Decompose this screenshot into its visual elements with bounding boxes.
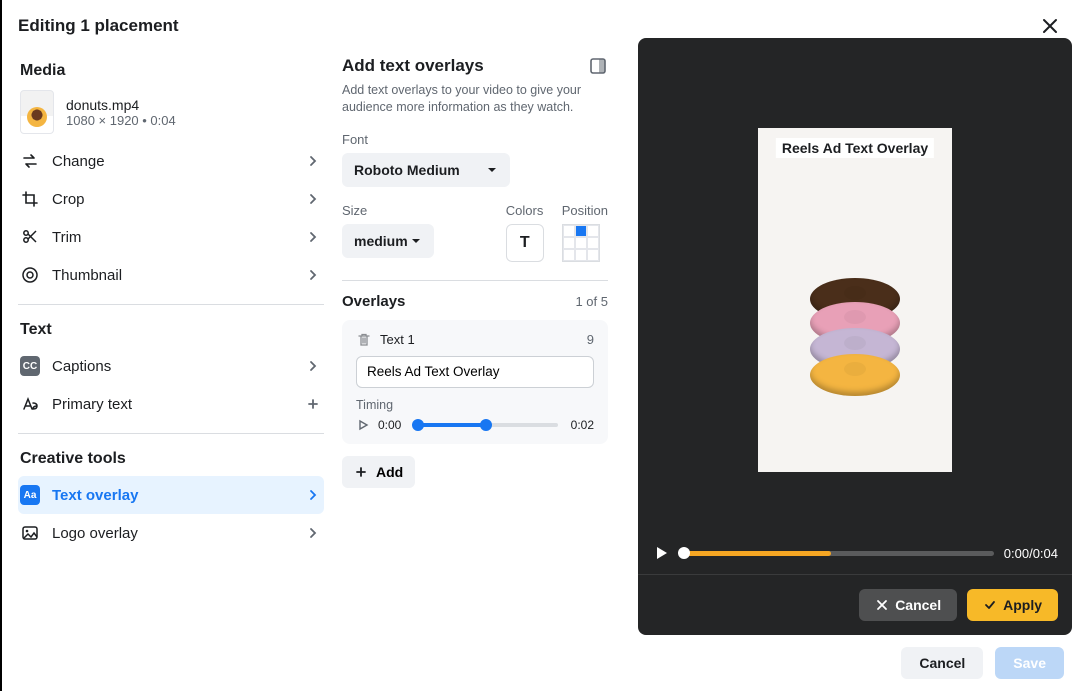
- media-thumb: [20, 90, 54, 134]
- timing-range-slider[interactable]: [414, 423, 558, 427]
- panel-title: Add text overlays: [342, 56, 484, 76]
- footer-save-button[interactable]: Save: [995, 647, 1064, 679]
- chevron-right-icon: [306, 192, 320, 206]
- position-label: Position: [562, 203, 608, 218]
- swap-icon: [20, 151, 40, 171]
- crop-row[interactable]: Crop: [18, 180, 324, 218]
- scrub-time: 0:00/0:04: [1004, 546, 1058, 561]
- add-label: Add: [376, 464, 403, 480]
- play-button[interactable]: [652, 544, 670, 562]
- preview-apply-button[interactable]: Apply: [967, 589, 1058, 621]
- footer-cancel-button[interactable]: Cancel: [901, 647, 983, 679]
- image-icon: [20, 523, 40, 543]
- preview-cancel-button[interactable]: Cancel: [859, 589, 957, 621]
- preview-panel: Reels Ad Text Overlay 0:00: [638, 38, 1072, 635]
- sidebar: Media donuts.mp4 1080 × 1920 • 0:04 Chan…: [18, 44, 324, 635]
- change-row[interactable]: Change: [18, 142, 324, 180]
- overlay-text-preview: Reels Ad Text Overlay: [776, 138, 934, 158]
- thumbnail-label: Thumbnail: [52, 267, 122, 284]
- preview-stage: Reels Ad Text Overlay: [638, 38, 1072, 536]
- overlay-text-input[interactable]: [356, 356, 594, 388]
- timing-label: Timing: [356, 398, 594, 412]
- colors-label: Colors: [506, 203, 544, 218]
- creative-tools-label: Creative tools: [18, 444, 324, 476]
- logo-overlay-label: Logo overlay: [52, 525, 138, 542]
- thumbnail-row[interactable]: Thumbnail: [18, 256, 324, 294]
- overlay-item-card: Text 1 9 Timing 0:00 0:02: [342, 320, 608, 444]
- preview-cancel-label: Cancel: [895, 597, 941, 613]
- font-select[interactable]: Roboto Medium: [342, 153, 510, 187]
- text-section-label: Text: [18, 315, 324, 347]
- close-button[interactable]: [1036, 12, 1064, 40]
- size-label: Size: [342, 203, 434, 218]
- media-file-info: donuts.mp4 1080 × 1920 • 0:04: [18, 88, 324, 142]
- text-overlay-row[interactable]: Aa Text overlay: [18, 476, 324, 514]
- trim-row[interactable]: Trim: [18, 218, 324, 256]
- crop-icon: [20, 189, 40, 209]
- media-filename: donuts.mp4: [66, 97, 176, 113]
- divider: [18, 304, 324, 305]
- video-scrubber: 0:00/0:04: [638, 536, 1072, 575]
- panel-description: Add text overlays to your video to give …: [342, 82, 608, 116]
- timing-play-button[interactable]: [356, 418, 370, 432]
- divider: [18, 433, 324, 434]
- position-selector[interactable]: [562, 224, 600, 262]
- font-value: Roboto Medium: [354, 162, 460, 178]
- video-preview: Reels Ad Text Overlay: [758, 128, 952, 472]
- media-section-label: Media: [18, 56, 324, 88]
- overlays-label: Overlays: [342, 293, 405, 310]
- divider: [342, 280, 608, 281]
- media-meta: 1080 × 1920 • 0:04: [66, 113, 176, 128]
- chevron-right-icon: [306, 526, 320, 540]
- overlay-settings-panel: Add text overlays Add text overlays to y…: [324, 44, 626, 635]
- add-overlay-button[interactable]: Add: [342, 456, 415, 488]
- size-select[interactable]: medium: [342, 224, 434, 258]
- thumbnail-icon: [20, 265, 40, 285]
- dialog-footer: Cancel Save: [2, 635, 1080, 691]
- change-label: Change: [52, 153, 105, 170]
- timing-end: 0:02: [566, 418, 594, 432]
- overlays-count: 1 of 5: [575, 294, 608, 309]
- caret-down-icon: [410, 235, 422, 247]
- text-overlay-label: Text overlay: [52, 487, 138, 504]
- overlay-item-name: Text 1: [380, 332, 415, 347]
- chevron-right-icon: [306, 359, 320, 373]
- trash-icon[interactable]: [356, 332, 372, 348]
- panel-toggle-icon[interactable]: [588, 56, 608, 76]
- dialog-title: Editing 1 placement: [18, 16, 179, 36]
- crop-label: Crop: [52, 191, 85, 208]
- chevron-right-icon: [306, 154, 320, 168]
- captions-label: Captions: [52, 358, 111, 375]
- text-color-button[interactable]: T: [506, 224, 544, 262]
- chevron-right-icon: [306, 230, 320, 244]
- plus-icon: [306, 397, 320, 411]
- preview-apply-label: Apply: [1003, 597, 1042, 613]
- captions-row[interactable]: CC Captions: [18, 347, 324, 385]
- scrub-track[interactable]: [680, 551, 994, 556]
- timing-start: 0:00: [378, 418, 406, 432]
- caret-down-icon: [486, 164, 498, 176]
- font-label: Font: [342, 132, 608, 147]
- char-count: 9: [587, 332, 594, 347]
- primary-text-label: Primary text: [52, 396, 132, 413]
- chevron-right-icon: [306, 488, 320, 502]
- video-content: [810, 278, 900, 396]
- text-overlay-icon: Aa: [20, 485, 40, 505]
- captions-icon: CC: [20, 356, 40, 376]
- logo-overlay-row[interactable]: Logo overlay: [18, 514, 324, 552]
- trim-label: Trim: [52, 229, 81, 246]
- size-value: medium: [354, 233, 408, 249]
- chevron-right-icon: [306, 268, 320, 282]
- primary-text-row[interactable]: Primary text: [18, 385, 324, 423]
- primary-text-icon: [20, 394, 40, 414]
- trim-icon: [20, 227, 40, 247]
